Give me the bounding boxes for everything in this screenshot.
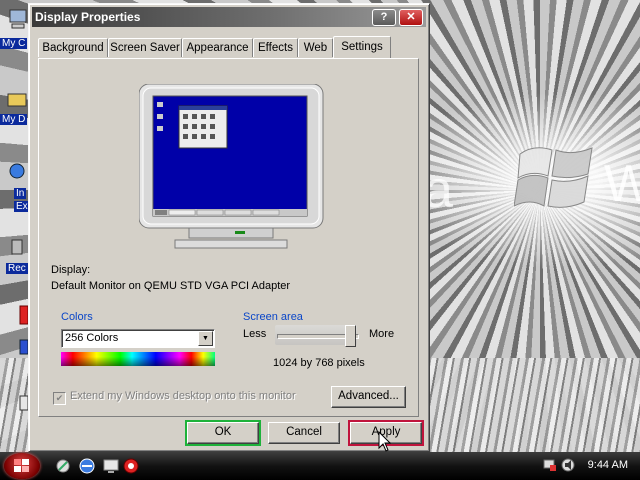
- tab-appearance[interactable]: Appearance: [182, 38, 253, 57]
- recycle-bin-icon: [11, 239, 23, 255]
- wallpaper-brand-letter: W: [604, 155, 640, 213]
- help-icon: ?: [380, 11, 388, 23]
- windows-logo-icon: [514, 147, 593, 208]
- ok-button[interactable]: OK: [185, 420, 261, 446]
- application-icon: [19, 395, 29, 411]
- quick-launch-icon[interactable]: [54, 457, 72, 475]
- tab-settings[interactable]: Settings: [333, 36, 391, 58]
- color-palette-preview: [61, 352, 215, 366]
- desktop-icon-label[interactable]: My C: [0, 38, 28, 49]
- help-button[interactable]: ?: [372, 9, 396, 26]
- display-properties-dialog: Display Properties ? ✕ Background Screen…: [28, 3, 430, 452]
- screen-area-more-label: More: [369, 328, 395, 340]
- tab-background[interactable]: Background: [38, 38, 108, 57]
- desktop-icon-label[interactable]: Rec: [6, 263, 28, 274]
- extend-desktop-label: Extend my Windows desktop onto this moni…: [70, 390, 296, 402]
- check-icon: ✔: [55, 393, 64, 403]
- desktop-icon[interactable]: [102, 457, 120, 475]
- settings-panel: Display: Default Monitor on QEMU STD VGA…: [38, 58, 419, 417]
- desktop-icon-my-documents[interactable]: [0, 88, 30, 113]
- resolution-value: 1024 by 768 pixels: [273, 357, 365, 369]
- close-button[interactable]: ✕: [399, 9, 423, 26]
- extend-desktop-checkbox[interactable]: ✔: [53, 392, 66, 405]
- advanced-button[interactable]: Advanced...: [331, 386, 406, 408]
- desktop-icon-partial[interactable]: [0, 304, 30, 329]
- desktop-icon-partial[interactable]: [0, 392, 30, 417]
- desktop-icon-label[interactable]: In: [14, 188, 27, 199]
- title-bar[interactable]: Display Properties ? ✕: [32, 7, 426, 27]
- application-icon: [19, 305, 29, 325]
- media-icon[interactable]: [122, 457, 140, 475]
- colors-dropdown-value: 256 Colors: [65, 332, 119, 344]
- desktop-icon-recycle-bin[interactable]: [0, 236, 30, 261]
- desktop-icon-partial[interactable]: [0, 338, 30, 363]
- dialog-title: Display Properties: [35, 10, 141, 24]
- monitor-preview-icon: [139, 84, 324, 249]
- screen-area-group-label: Screen area: [243, 311, 303, 323]
- taskbar: 9:44 AM: [0, 452, 640, 480]
- tab-screen-saver[interactable]: Screen Saver: [108, 38, 182, 57]
- computer-icon: [9, 9, 27, 29]
- desktop-icon-my-computer[interactable]: [0, 8, 30, 33]
- screen-area-less-label: Less: [243, 328, 267, 340]
- desktop-icon-label[interactable]: My D: [0, 114, 28, 125]
- close-icon: ✕: [406, 11, 416, 23]
- speaker-tray-icon[interactable]: [560, 457, 576, 473]
- slider-thumb[interactable]: [345, 325, 356, 347]
- windows-logo-icon: [14, 459, 29, 472]
- mouse-cursor-icon: [378, 431, 392, 452]
- display-label: Display:: [51, 264, 91, 276]
- desktop-icon-internet-explorer[interactable]: [0, 160, 30, 185]
- tab-web[interactable]: Web: [298, 38, 333, 57]
- folder-icon: [7, 93, 27, 107]
- internet-explorer-icon[interactable]: [78, 457, 96, 475]
- start-button[interactable]: [4, 453, 40, 479]
- tab-effects[interactable]: Effects: [253, 38, 298, 57]
- chevron-down-icon[interactable]: ▼: [198, 331, 213, 346]
- colors-group-label: Colors: [61, 311, 93, 323]
- network-tray-icon[interactable]: [542, 457, 558, 473]
- colors-dropdown[interactable]: 256 Colors ▼: [61, 329, 215, 348]
- cancel-button[interactable]: Cancel: [268, 422, 340, 444]
- display-adapter-value: Default Monitor on QEMU STD VGA PCI Adap…: [51, 280, 291, 292]
- application-icon: [19, 339, 29, 355]
- taskbar-clock[interactable]: 9:44 AM: [588, 459, 628, 471]
- internet-explorer-icon: [9, 163, 25, 179]
